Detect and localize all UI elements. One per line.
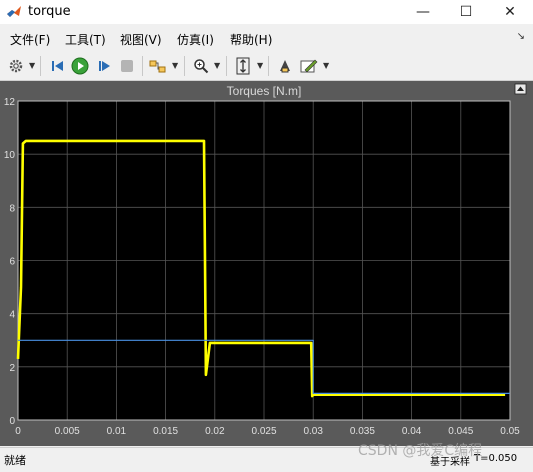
- autoscale-button[interactable]: [233, 56, 253, 76]
- run-icon: [71, 57, 89, 75]
- scope-panel: Torques [N.m] 0 0.005 0.01 0.015 0.02 0.025 0.0…: [0, 81, 533, 446]
- y-tick-label: 0: [9, 416, 15, 427]
- stop-button[interactable]: [117, 56, 137, 76]
- maximize-icon: ☐: [459, 4, 473, 20]
- step-forward-icon: [99, 61, 110, 71]
- title-bar: torque — ☐ ✕: [0, 0, 533, 24]
- highlight-block-button[interactable]: [148, 56, 168, 76]
- edit-dropdown-icon[interactable]: ▼: [323, 61, 329, 70]
- minimize-icon: —: [416, 4, 430, 20]
- restore-view-button[interactable]: [275, 56, 295, 76]
- torque-chart[interactable]: Torques [N.m] 0 0.005 0.01 0.015 0.02 0.025 0.0…: [0, 81, 533, 446]
- minimize-button[interactable]: —: [401, 0, 445, 24]
- y-tick-label: 6: [9, 257, 15, 268]
- menu-help[interactable]: 帮助(H): [230, 31, 272, 48]
- x-tick-label: 0.035: [350, 426, 375, 437]
- x-tick-label: 0.02: [205, 426, 225, 437]
- watermark: CSDN @我爱C编程: [358, 443, 483, 459]
- run-button[interactable]: [70, 56, 90, 76]
- y-tick-label: 12: [4, 97, 16, 108]
- x-tick-label: 0.01: [107, 426, 127, 437]
- maximize-button[interactable]: ☐: [444, 0, 488, 24]
- menu-file[interactable]: 文件(F): [10, 31, 50, 48]
- highlight-dropdown-icon[interactable]: ▼: [172, 61, 178, 70]
- toolbar-separator: [184, 56, 185, 76]
- dock-arrow-icon[interactable]: ↘: [517, 31, 525, 42]
- plot-title: Torques [N.m]: [227, 84, 302, 98]
- settings-button[interactable]: [6, 56, 26, 76]
- close-icon: ✕: [504, 4, 516, 20]
- x-tick-label: 0.015: [153, 426, 178, 437]
- settings-icon: [9, 59, 23, 73]
- zoom-icon: [194, 59, 209, 74]
- step-forward-button[interactable]: [94, 56, 114, 76]
- window-title: torque: [28, 4, 71, 19]
- step-back-icon: [52, 61, 63, 71]
- expand-icon[interactable]: [514, 83, 527, 95]
- stop-icon: [121, 60, 133, 72]
- x-tick-label: 0.05: [500, 426, 520, 437]
- zoom-button[interactable]: [191, 56, 211, 76]
- x-tick-label: 0.03: [303, 426, 323, 437]
- menu-view[interactable]: 视图(V): [120, 31, 162, 48]
- step-back-button[interactable]: [48, 56, 68, 76]
- menu-tools[interactable]: 工具(T): [65, 31, 106, 48]
- edit-icon: [300, 59, 318, 73]
- autoscale-dropdown-icon[interactable]: ▼: [257, 61, 263, 70]
- autoscale-icon: [236, 57, 250, 75]
- settings-dropdown-icon[interactable]: ▼: [29, 61, 35, 70]
- status-ready: 就绪: [4, 454, 26, 467]
- zoom-dropdown-icon[interactable]: ▼: [214, 61, 220, 70]
- matlab-logo-icon: [7, 6, 21, 17]
- menu-bar: 文件(F) 工具(T) 视图(V) 仿真(I) 帮助(H) ↘: [0, 26, 533, 50]
- x-tick-label: 0.005: [55, 426, 80, 437]
- edit-button[interactable]: [299, 56, 319, 76]
- y-tick-label: 4: [9, 310, 15, 321]
- toolbar-separator: [268, 56, 269, 76]
- x-tick-label: 0.025: [251, 426, 276, 437]
- close-button[interactable]: ✕: [488, 0, 532, 24]
- x-tick-label: 0: [15, 426, 21, 437]
- y-tick-label: 8: [9, 203, 15, 214]
- x-tick-label: 0.04: [402, 426, 422, 437]
- toolbar-separator: [142, 56, 143, 76]
- toolbar: ▼ ▼ ▼ ▼ ▼: [0, 52, 533, 81]
- y-tick-label: 10: [4, 150, 16, 161]
- menu-simulation[interactable]: 仿真(I): [177, 31, 214, 48]
- toolbar-separator: [226, 56, 227, 76]
- restore-view-icon: [280, 60, 290, 73]
- x-tick-label: 0.045: [448, 426, 473, 437]
- toolbar-separator: [40, 56, 41, 76]
- highlight-block-icon: [149, 60, 166, 73]
- y-tick-label: 2: [9, 363, 15, 374]
